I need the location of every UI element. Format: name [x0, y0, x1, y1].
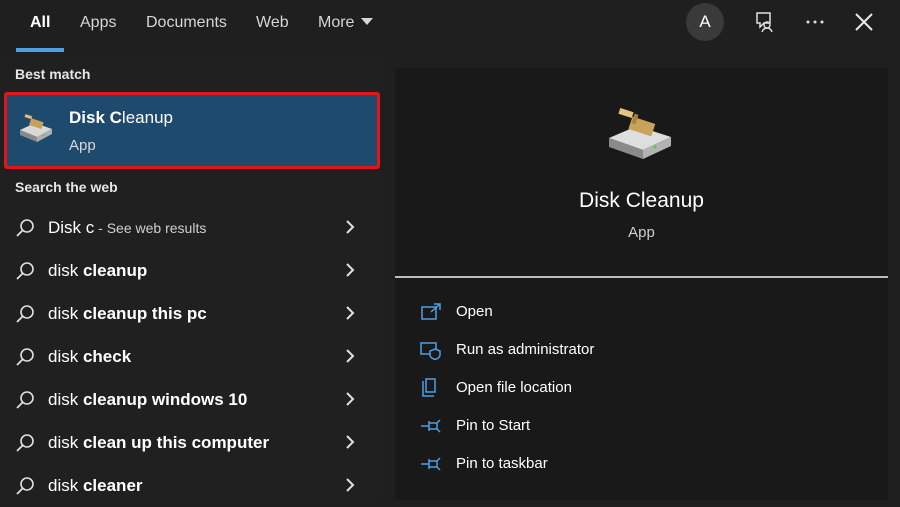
best-match-type: App	[69, 137, 96, 154]
best-match-disk-cleanup[interactable]: Disk Cleanup App	[4, 92, 380, 169]
web-result[interactable]: disk cleaner	[0, 464, 380, 507]
active-tab-indicator	[16, 48, 64, 52]
web-result-text: disk check	[48, 347, 132, 366]
tab-all[interactable]: All	[30, 0, 50, 54]
tab-documents[interactable]: Documents	[146, 0, 227, 54]
open-icon	[421, 303, 441, 320]
web-result[interactable]: disk cleanup this pc	[0, 292, 380, 335]
best-match-title: Disk Cleanup	[69, 108, 173, 127]
tab-web[interactable]: Web	[256, 0, 289, 54]
disk-cleanup-icon	[20, 114, 52, 142]
search-icon	[16, 391, 34, 409]
disk-cleanup-icon	[609, 107, 671, 159]
action-label: Pin to taskbar	[456, 455, 548, 472]
app-title: Disk Cleanup	[579, 189, 704, 212]
action-label: Open file location	[456, 379, 572, 396]
action-label: Open	[456, 303, 493, 320]
web-result-text: disk clean up this computer	[48, 433, 270, 452]
chevron-right-icon[interactable]	[343, 262, 357, 278]
web-result[interactable]: Disk c - See web results	[0, 206, 380, 249]
chevron-down-icon	[361, 18, 374, 26]
action-run-as-admin[interactable]: Run as administrator	[420, 335, 720, 365]
action-open-file-location[interactable]: Open file location	[420, 373, 720, 403]
pin-icon	[421, 457, 441, 471]
tab-more-label: More	[318, 14, 355, 31]
search-icon	[16, 305, 34, 323]
shield-icon	[420, 342, 441, 360]
avatar[interactable]: A	[686, 3, 724, 41]
search-icon	[16, 434, 34, 452]
web-result-text: disk cleanup windows 10	[48, 390, 248, 409]
search-icon	[16, 348, 34, 366]
search-tabs-bar: All Apps Documents Web More A	[0, 0, 900, 54]
search-icon	[16, 262, 34, 280]
action-pin-to-taskbar[interactable]: Pin to taskbar	[420, 449, 720, 479]
search-web-heading: Search the web	[15, 179, 118, 195]
chevron-right-icon[interactable]	[343, 391, 357, 407]
chevron-right-icon[interactable]	[343, 434, 357, 450]
app-type: App	[628, 224, 655, 241]
tab-apps[interactable]: Apps	[80, 0, 116, 54]
chevron-right-icon[interactable]	[343, 305, 357, 321]
web-result-text: disk cleaner	[48, 476, 143, 495]
search-icon	[16, 219, 34, 237]
ellipsis-icon[interactable]	[803, 10, 827, 34]
close-icon[interactable]	[852, 10, 876, 34]
chevron-right-icon[interactable]	[343, 348, 357, 364]
web-result[interactable]: disk check	[0, 335, 380, 378]
tab-more[interactable]: More	[318, 0, 374, 54]
action-label: Run as administrator	[456, 341, 595, 358]
action-open[interactable]: Open	[420, 297, 720, 327]
feedback-icon[interactable]	[753, 10, 777, 34]
search-icon	[16, 477, 34, 495]
results-panel: Best match Disk Cleanup App Search the w…	[0, 54, 380, 500]
web-result[interactable]: disk cleanup windows 10	[0, 378, 380, 421]
best-match-heading: Best match	[15, 66, 91, 82]
file-location-icon	[422, 378, 436, 397]
web-result-text: disk cleanup	[48, 261, 148, 280]
chevron-right-icon[interactable]	[343, 477, 357, 493]
chevron-right-icon[interactable]	[343, 219, 357, 235]
app-detail-panel: Disk Cleanup App Open Run as administrat…	[395, 68, 888, 500]
divider	[395, 276, 888, 278]
pin-icon	[421, 419, 441, 433]
web-result-text: disk cleanup this pc	[48, 304, 207, 323]
web-result[interactable]: disk cleanup	[0, 249, 380, 292]
web-result-text: Disk c - See web results	[48, 218, 207, 237]
action-label: Pin to Start	[456, 417, 531, 434]
action-pin-to-start[interactable]: Pin to Start	[420, 411, 720, 441]
web-result[interactable]: disk clean up this computer	[0, 421, 380, 464]
